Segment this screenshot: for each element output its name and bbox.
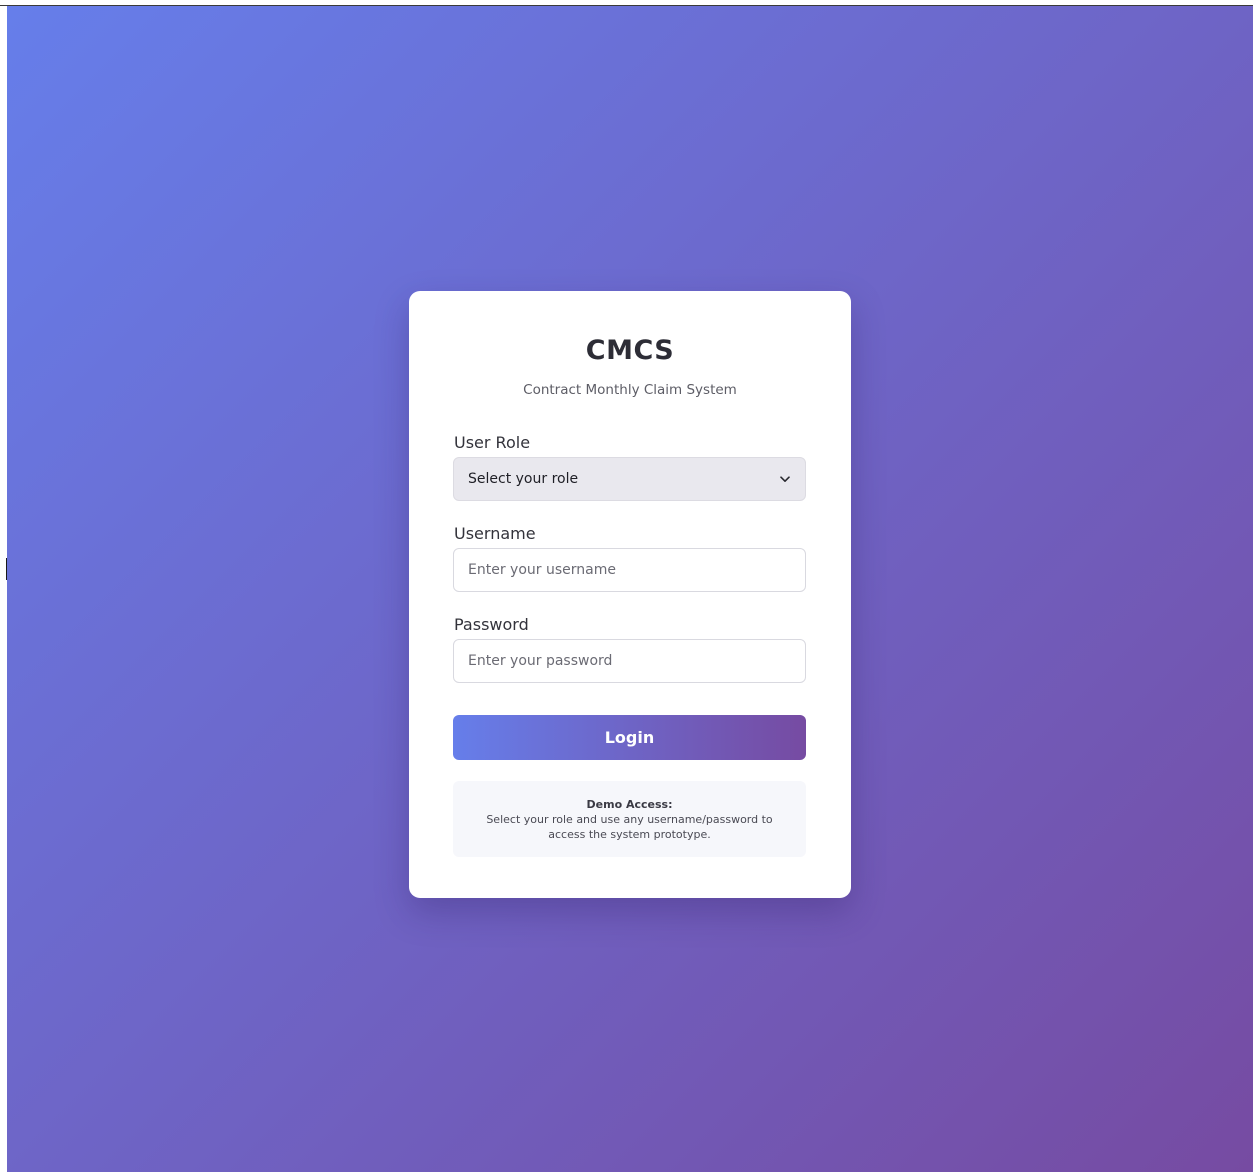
user-role-label: User Role [454,433,531,452]
password-input[interactable] [453,639,806,683]
window-left-strip [0,6,7,1172]
demo-access-text: Select your role and use any username/pa… [486,813,773,841]
username-input[interactable] [453,548,806,592]
app-subtitle: Contract Monthly Claim System [523,382,737,398]
chevron-down-icon [779,473,791,485]
username-label: Username [454,524,536,543]
demo-access-title: Demo Access: [586,798,673,811]
password-label: Password [454,615,529,634]
login-button[interactable]: Login [453,715,806,760]
login-page-background: CMCS Contract Monthly Claim System User … [7,6,1253,1172]
login-card: CMCS Contract Monthly Claim System User … [409,291,851,898]
demo-access-note: Demo Access: Select your role and use an… [453,781,806,857]
app-title: CMCS [585,335,675,366]
user-role-select[interactable]: Select your role [453,457,806,501]
user-role-selected-value: Select your role [468,471,579,487]
